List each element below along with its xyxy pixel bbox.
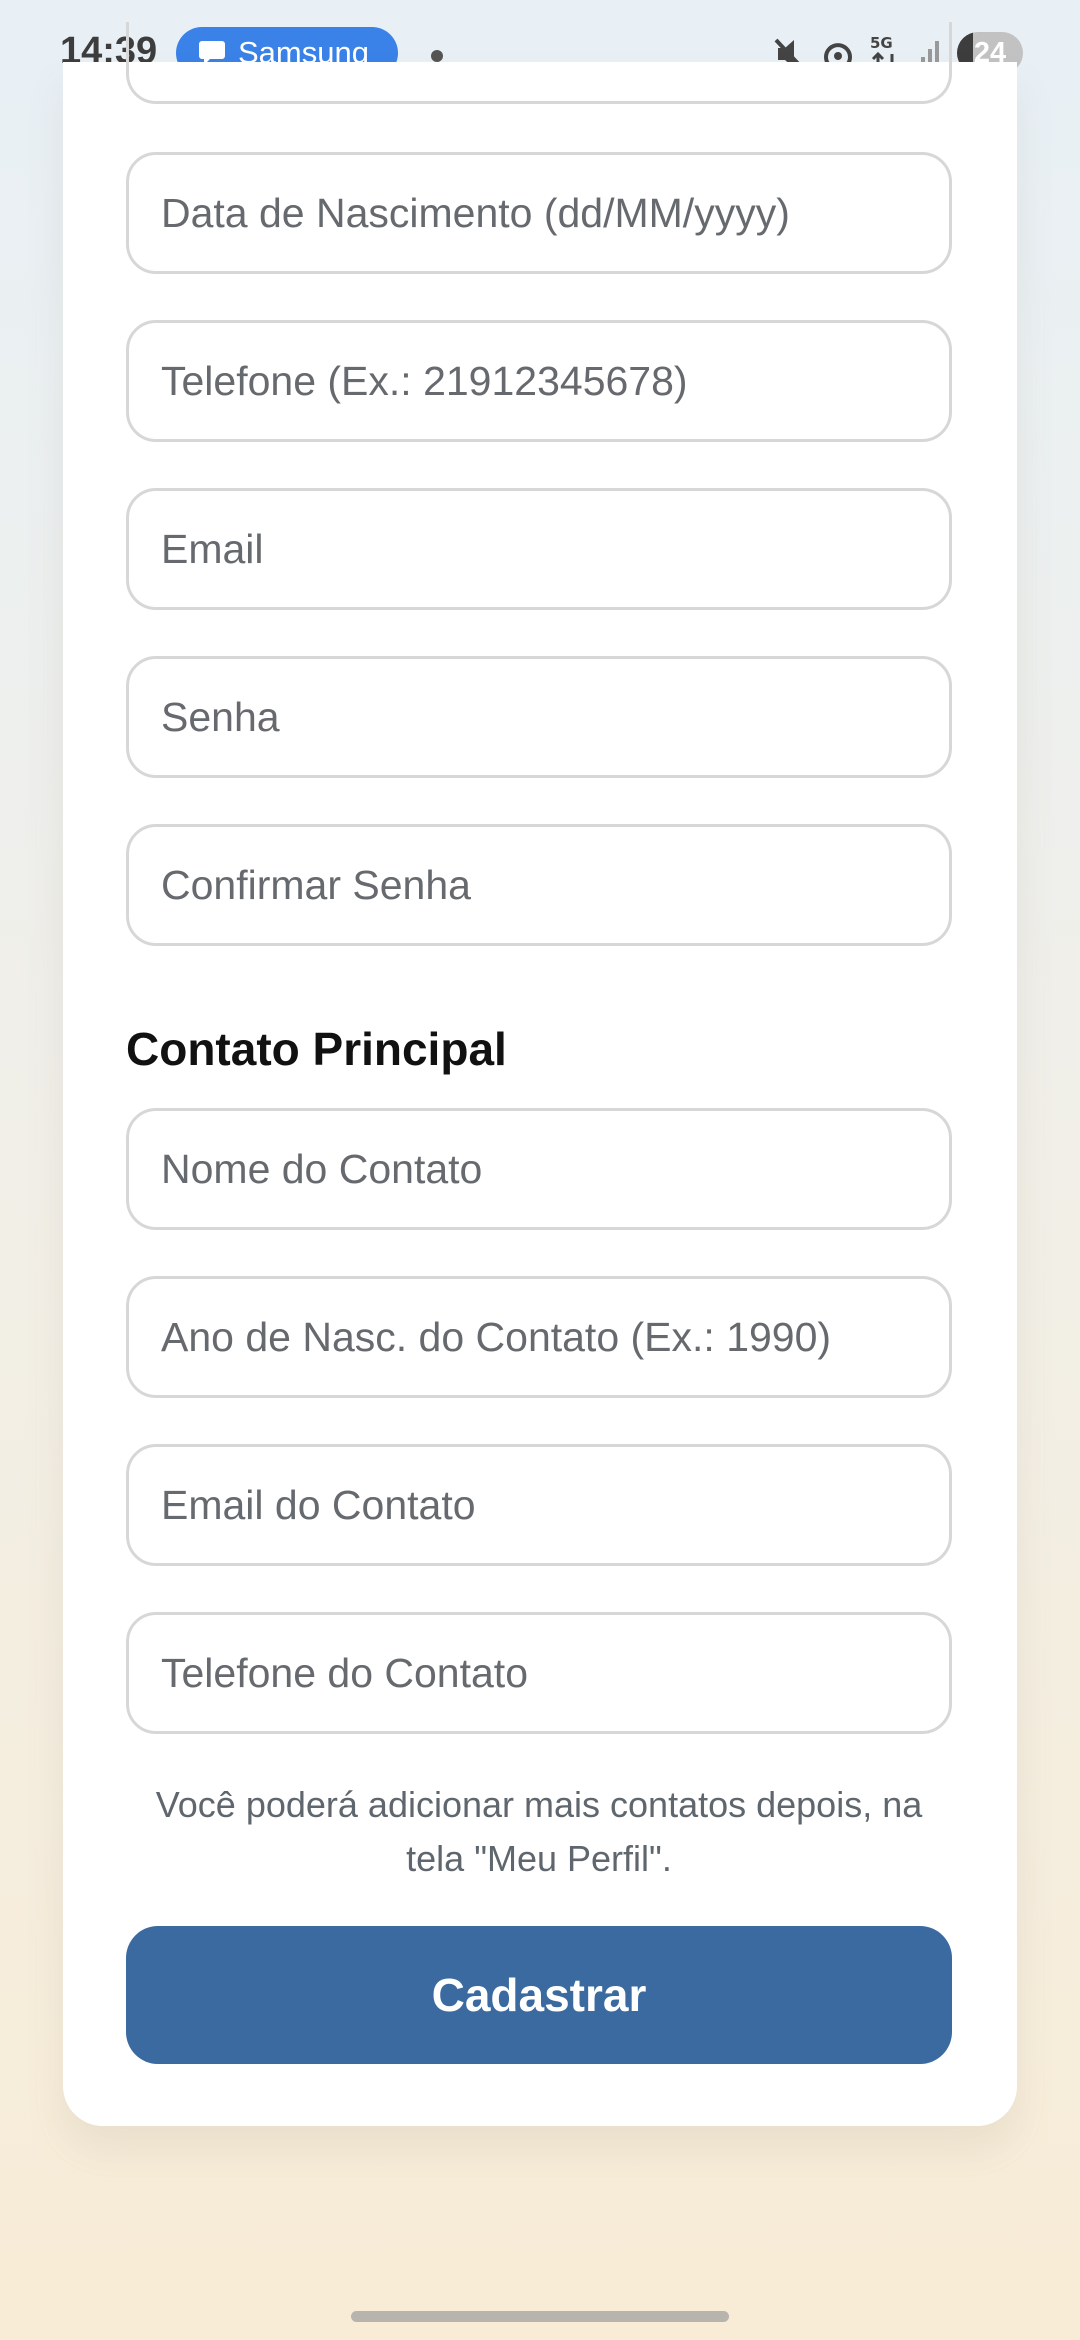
contact-section-title: Contato Principal: [126, 1023, 507, 1075]
contact-email-field[interactable]: [126, 1444, 952, 1566]
contact-phone-field[interactable]: [126, 1612, 952, 1734]
contact-name-field[interactable]: [126, 1108, 952, 1230]
email-input[interactable]: [129, 491, 949, 607]
register-button[interactable]: Cadastrar: [126, 1926, 952, 2064]
contact-phone-input[interactable]: [129, 1615, 949, 1731]
contact-name-input[interactable]: [129, 1111, 949, 1227]
home-indicator[interactable]: [351, 2311, 729, 2322]
email-field[interactable]: [126, 488, 952, 610]
previous-field-partial[interactable]: [126, 22, 952, 104]
phone-input[interactable]: [129, 323, 949, 439]
password-input[interactable]: [129, 659, 949, 775]
phone-field[interactable]: [126, 320, 952, 442]
registration-card: Contato Principal Você poderá adicionar …: [63, 22, 1017, 2126]
contact-birth-year-field[interactable]: [126, 1276, 952, 1398]
birthdate-input[interactable]: [129, 155, 949, 271]
contact-email-input[interactable]: [129, 1447, 949, 1563]
birthdate-field[interactable]: [126, 152, 952, 274]
confirm-password-input[interactable]: [129, 827, 949, 943]
password-field[interactable]: [126, 656, 952, 778]
helper-text: Você poderá adicionar mais contatos depo…: [155, 1784, 923, 1879]
contact-birth-year-input[interactable]: [129, 1279, 949, 1395]
confirm-password-field[interactable]: [126, 824, 952, 946]
